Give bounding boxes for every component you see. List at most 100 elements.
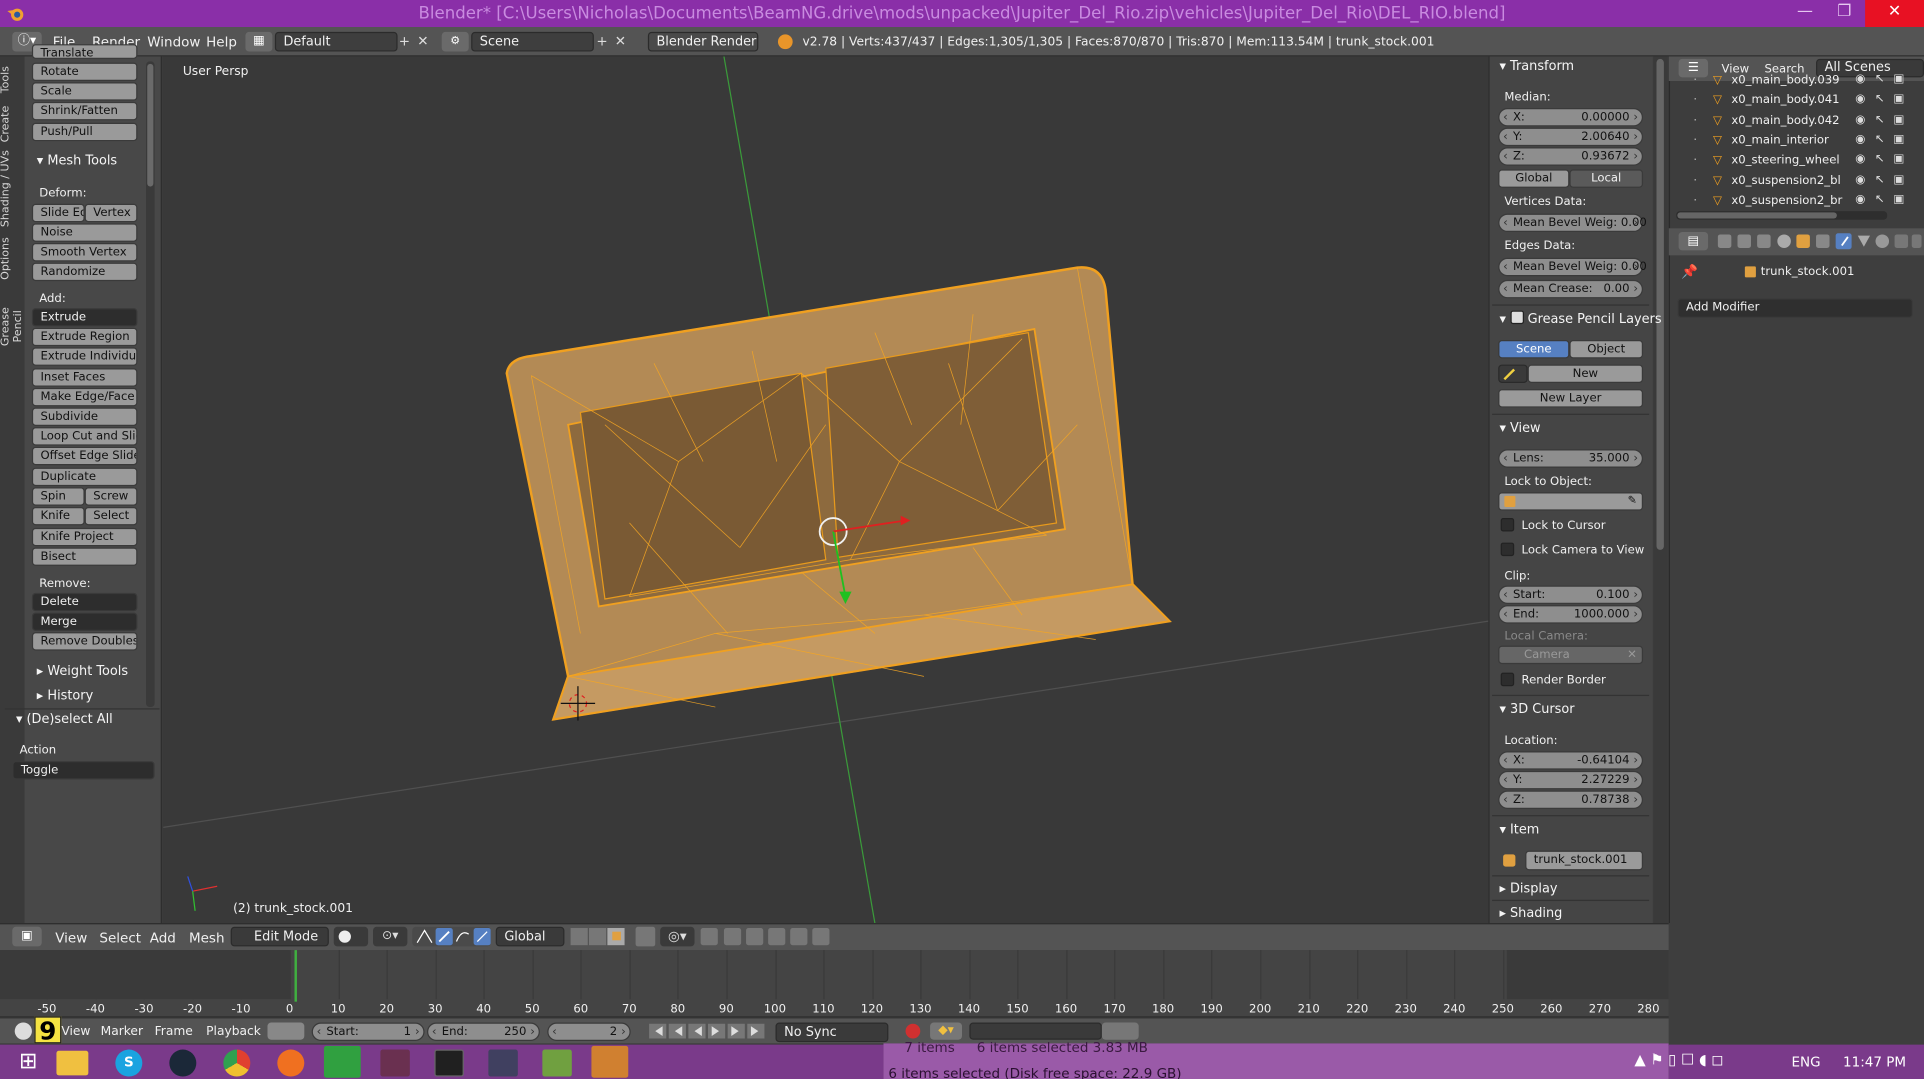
remove-doubles-button[interactable]: Remove Doubles [31,632,138,651]
occlude-geometry-icon[interactable] [635,926,656,947]
history-panel-header[interactable]: ▸ History [37,689,93,704]
smooth-vertex-button[interactable]: Smooth Vertex [31,243,138,262]
expand-icon[interactable]: · [1693,114,1697,128]
expand-icon[interactable]: · [1693,94,1697,108]
selectable-cursor-icon[interactable]: ↖ [1875,132,1885,146]
skype-icon[interactable]: S [115,1049,143,1077]
renderable-camera-icon[interactable]: ▣ [1893,72,1904,86]
renderable-camera-icon[interactable]: ▣ [1893,172,1904,186]
extrude-individual-button[interactable]: Extrude Individual [31,347,138,366]
add-layout-icon[interactable]: + [399,33,414,50]
minimize-button[interactable]: — [1787,0,1824,27]
tab-shading-uvs[interactable]: Shading / UVs [0,150,25,229]
pin-icon[interactable]: 📌 [1681,264,1698,280]
grease-pencil-panel-header[interactable]: ▾ Grease Pencil Layers [1499,310,1662,327]
proportional-edit-icon[interactable]: ◎▾ [660,926,695,947]
properties-editor-icon[interactable]: ▤ [1678,232,1709,251]
language-indicator[interactable]: ENG [1791,1054,1820,1070]
cursor-z-field[interactable]: Z:0.78738 [1498,790,1644,809]
push-pull-button[interactable]: Push/Pull [31,122,138,142]
clear-icon[interactable]: ✕ [1627,647,1637,663]
remove-layout-icon[interactable]: ✕ [417,33,432,50]
preview-range-icon[interactable] [267,1022,305,1040]
scale-button[interactable]: Scale [31,82,138,101]
loop-cut-slide-button[interactable]: Loop Cut and Slide [31,427,138,446]
terminal-icon[interactable] [434,1049,464,1077]
render-border-checkbox[interactable] [1500,672,1515,687]
properties-context-tabs[interactable] [1715,232,1922,250]
clip-start-field[interactable]: Start:0.100 [1498,585,1644,604]
item-panel-header[interactable]: ▾ Item [1499,822,1539,837]
expand-icon[interactable]: · [1693,134,1697,148]
local-camera-field[interactable]: Camera ✕ [1498,645,1644,665]
merge-menu[interactable]: Merge [31,612,138,631]
outliner-row[interactable]: · ▽ x0_main_body.039 ◉ ↖ ▣ [1676,72,1912,92]
item-name-field[interactable]: trunk_stock.001 [1525,850,1644,871]
keying-set-icon[interactable]: ◆▾ [930,1022,963,1040]
trunk-mesh[interactable] [505,266,1172,721]
outliner-row[interactable]: · ▽ x0_suspension2_br ◉ ↖ ▣ [1676,192,1912,212]
render-engine-select[interactable]: Blender Render [647,31,759,52]
timeline-view-menu[interactable]: View [61,1025,90,1039]
lock-to-cursor-checkbox[interactable] [1500,518,1515,532]
transform-orientation-select[interactable]: Global [495,926,565,947]
eyedropper-icon[interactable]: ✎ [1628,493,1637,509]
menu-help[interactable]: Help [206,34,237,50]
firefox-icon[interactable] [277,1049,305,1077]
select-mode-icons[interactable] [569,927,630,947]
current-frame-field[interactable]: 2 [547,1022,631,1041]
header-mesh-menu[interactable]: Mesh [189,930,225,946]
renderable-camera-icon[interactable]: ▣ [1893,92,1904,106]
playback-controls[interactable] [648,1023,768,1040]
layout-field[interactable]: Default [274,31,398,52]
tray-icons[interactable]: ▲ ⚑ ▯ ☐ ◖ ◻ [1634,1051,1771,1073]
snap-icons[interactable] [699,927,841,947]
mean-bevel-vertex-field[interactable]: Mean Bevel Weig: 0.00 [1498,213,1647,233]
selectable-cursor-icon[interactable]: ↖ [1875,92,1885,106]
file-explorer-icon[interactable] [56,1050,89,1076]
start-frame-field[interactable]: Start:1 [311,1022,425,1041]
weight-tools-panel-header[interactable]: ▸ Weight Tools [37,664,128,679]
rotate-button[interactable]: Rotate [31,62,138,82]
outliner-row[interactable]: · ▽ x0_suspension2_bl ◉ ↖ ▣ [1676,172,1912,192]
expand-icon[interactable]: · [1693,74,1697,88]
expand-icon[interactable]: · [1693,174,1697,188]
randomize-button[interactable]: Randomize [31,262,138,282]
lens-field[interactable]: Lens:35.000 [1498,449,1644,468]
close-button[interactable]: ✕ [1865,0,1924,28]
record-icon[interactable] [905,1023,921,1039]
expand-icon[interactable]: · [1693,194,1697,208]
mesh-tools-panel-header[interactable]: ▾ Mesh Tools [37,153,117,168]
3d-viewport[interactable] [163,56,1489,924]
blender-task-icon[interactable] [591,1045,629,1078]
pivot-point-icon[interactable]: ⊙▾ [373,926,408,947]
mean-bevel-edge-field[interactable]: Mean Bevel Weig: 0.00 [1498,257,1647,277]
sync-mode-select[interactable]: No Sync [775,1022,889,1043]
properties-scrollbar[interactable] [1654,56,1667,924]
tab-create[interactable]: Create [0,104,25,143]
selectable-cursor-icon[interactable]: ↖ [1875,192,1885,206]
outliner-row[interactable]: · ▽ x0_steering_wheel ◉ ↖ ▣ [1676,152,1912,172]
median-x-field[interactable]: X:0.00000 [1498,108,1644,127]
knife-project-button[interactable]: Knife Project [31,527,138,547]
timeline-editor-icon[interactable] [14,1022,32,1040]
cursor-y-field[interactable]: Y:2.27229 [1498,770,1644,790]
renderable-camera-icon[interactable]: ▣ [1893,112,1904,126]
visibility-eye-icon[interactable]: ◉ [1855,192,1865,206]
manipulator-icons[interactable] [412,926,491,947]
cursor-x-field[interactable]: X:-0.64104 [1498,751,1644,770]
timeline-playback-menu[interactable]: Playback [206,1025,261,1039]
transform-panel-header[interactable]: ▾ Transform [1499,59,1574,74]
gp-new-button[interactable]: New [1527,364,1644,383]
add-modifier-button[interactable]: Add Modifier [1677,298,1913,318]
visibility-eye-icon[interactable]: ◉ [1855,152,1865,166]
noise-button[interactable]: Noise [31,223,138,242]
clock[interactable]: 11:47 PM [1843,1054,1906,1070]
clip-end-field[interactable]: End:1000.000 [1498,605,1644,624]
remove-scene-icon[interactable]: ✕ [615,33,626,49]
timeline-frame-menu[interactable]: Frame [155,1025,193,1039]
current-frame-marker[interactable] [294,950,297,1002]
header-add-menu[interactable]: Add [150,930,176,946]
renderable-camera-icon[interactable]: ▣ [1893,152,1904,166]
notepad-icon[interactable] [542,1049,572,1077]
